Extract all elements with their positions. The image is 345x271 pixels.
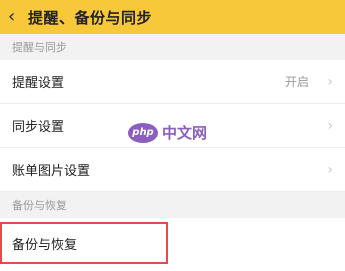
row-label: 备份与恢复 [12,237,78,253]
back-icon[interactable]: ‹ [8,0,26,34]
app-header: ‹ 提醒、备份与同步 [0,0,345,34]
row-label: 同步设置 [12,120,65,135]
section-header-reminder-sync: 提醒与同步 [0,34,345,60]
section-header-backup-restore: 备份与恢复 [0,192,345,218]
row-bill-image-settings[interactable]: 账单图片设置 › [0,148,345,192]
chevron-right-icon: › [327,117,333,134]
chevron-right-icon: › [327,161,333,178]
page-title: 提醒、备份与同步 [28,8,153,27]
row-label: 账单图片设置 [12,164,91,179]
row-backup-restore[interactable]: 备份与恢复 [0,222,168,264]
row-reminder-settings[interactable]: 提醒设置 开启 › [0,60,345,104]
row-sync-settings[interactable]: 同步设置 › [0,104,345,148]
row-label: 提醒设置 [12,76,65,91]
chevron-right-icon: › [327,73,333,90]
row-value: 开启 [284,75,309,89]
